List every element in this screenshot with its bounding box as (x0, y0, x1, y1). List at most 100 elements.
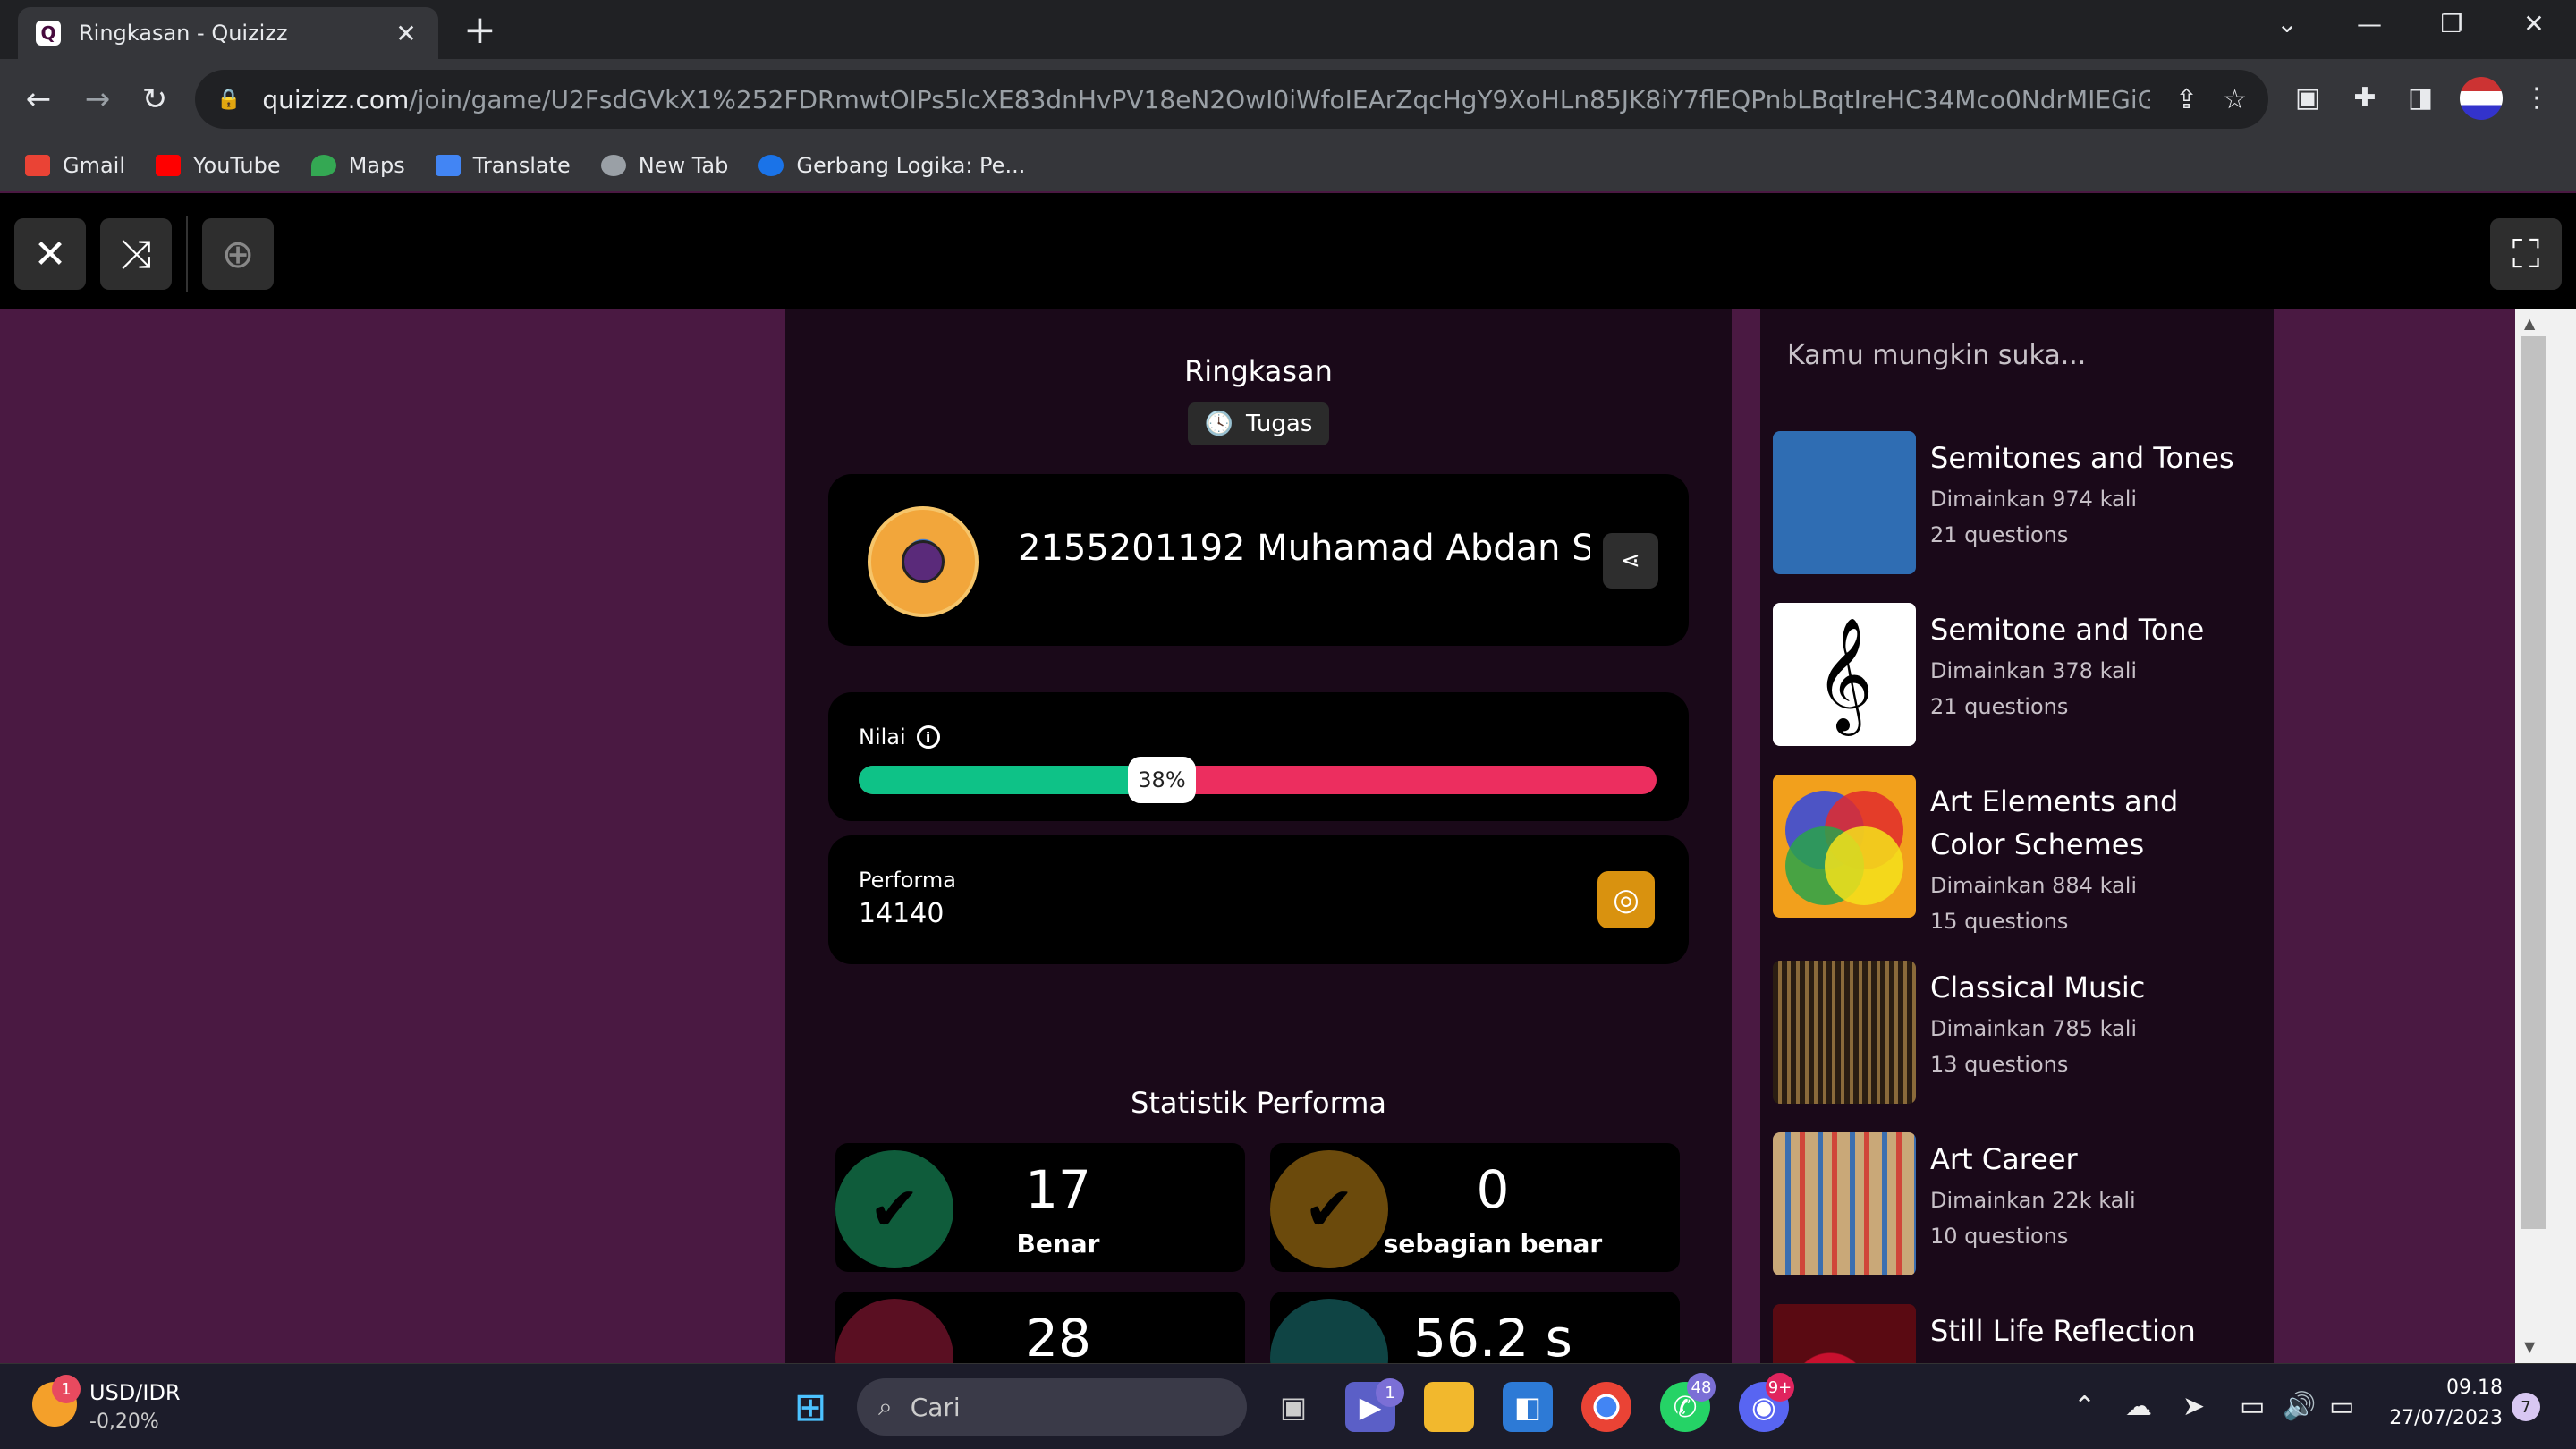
bookmark-star-icon[interactable]: ☆ (2223, 84, 2247, 115)
ticker-name[interactable]: USD/IDR (89, 1380, 181, 1405)
task-view-icon[interactable]: ▣ (1268, 1382, 1318, 1432)
forward-button[interactable]: → (75, 77, 120, 122)
performance-value: 14140 (859, 898, 945, 929)
music-notes-thumbnail: 𝄞 (1773, 603, 1916, 746)
color-wheel-thumbnail (1773, 775, 1916, 918)
fullscreen-button[interactable]: ⛶ (2490, 218, 2562, 290)
share-icon: ⋖ (1621, 547, 1640, 574)
info-icon[interactable]: i (916, 725, 940, 749)
tab-search-chevron-icon[interactable]: ⌄ (2265, 9, 2309, 38)
suggestion-item[interactable]: 𝄞 Semitone and Tone Dimainkan 378 kali 2… (1773, 603, 2265, 755)
url-path: /join/game/U2FsdGVkX1%252FDRmwtOIPs5lcXE… (409, 84, 2150, 114)
shuffle-mode-button[interactable]: ⤨ (100, 218, 172, 290)
clock-time[interactable]: 09.18 (2390, 1377, 2503, 1399)
battery-icon[interactable]: ▭ (2329, 1391, 2354, 1422)
scroll-down-arrow-icon[interactable]: ▼ (2524, 1338, 2535, 1355)
menu-kebab-icon[interactable]: ⋮ (2519, 82, 2555, 118)
close-window-button[interactable]: ✕ (2512, 9, 2556, 38)
player-avatar (868, 506, 979, 617)
search-placeholder: Cari (910, 1392, 961, 1422)
stat-partial: ✔ 0 sebagian benar (1270, 1143, 1680, 1272)
coins-icon: ◎ (1597, 871, 1655, 928)
browser-tabstrip: Q Ringkasan - Quizizz ✕ + ⌄ — ❐ ✕ (0, 0, 2576, 59)
page-title: Ringkasan (1184, 354, 1333, 388)
suggestion-questions: 15 questions (1930, 909, 2069, 934)
bookmark-translate[interactable]: Translate (435, 153, 571, 178)
minimize-button[interactable]: — (2347, 9, 2392, 38)
url-domain: quizizz.com (262, 84, 410, 114)
notification-count-badge[interactable]: 7 (2512, 1393, 2540, 1421)
share-button[interactable]: ⋖ (1603, 533, 1658, 589)
location-arrow-icon[interactable]: ➤ (2182, 1391, 2205, 1422)
scrollbar-thumb[interactable] (2521, 336, 2546, 1229)
bookmark-gerbang-logika[interactable]: Gerbang Logika: Pe... (758, 153, 1025, 178)
stat-value: 17 (1025, 1159, 1091, 1220)
suggestion-title: Semitone and Tone (1930, 613, 2205, 647)
teams-badge: 1 (1376, 1378, 1404, 1407)
file-explorer-icon[interactable] (1424, 1382, 1474, 1432)
bookmark-youtube[interactable]: YouTube (156, 153, 281, 178)
quiz-thumbnail (1773, 431, 1916, 574)
globe-icon (600, 154, 626, 176)
suggestion-item[interactable]: Still Life Reflection (1773, 1304, 2265, 1363)
stat-value: 28 (1025, 1308, 1091, 1368)
address-bar[interactable]: 🔒 quizizz.com/join/game/U2FsdGVkX1%252FD… (195, 70, 2268, 129)
network-icon[interactable]: ▭ (2240, 1391, 2265, 1422)
suggestion-item[interactable]: Art Career Dimainkan 22k kali 10 questio… (1773, 1132, 2265, 1284)
scroll-up-arrow-icon[interactable]: ▲ (2524, 315, 2535, 332)
lock-icon[interactable]: 🔒 (216, 89, 241, 111)
suggestion-plays: Dimainkan 22k kali (1930, 1188, 2136, 1213)
suggestion-item[interactable]: Art Elements and Color Schemes Dimainkan… (1773, 775, 2265, 962)
bookmark-new-tab[interactable]: New Tab (600, 153, 728, 178)
bookmark-gmail[interactable]: Gmail (25, 153, 125, 178)
suggestion-questions: 13 questions (1930, 1052, 2069, 1077)
onedrive-cloud-icon[interactable]: ☁ (2125, 1391, 2152, 1422)
windows-start-icon[interactable]: ⊞ (785, 1382, 835, 1432)
bookmark-label: YouTube (193, 152, 281, 178)
browser-toolbar: ← → ↻ 🔒 quizizz.com/join/game/U2FsdGVkX1… (0, 59, 2576, 140)
score-percent-label: 38% (1127, 757, 1196, 803)
extension-icon[interactable]: ▣ (2290, 82, 2326, 118)
suggestion-title: Art Elements and Color Schemes (1930, 784, 2179, 861)
score-label: Nilai (859, 724, 906, 750)
show-hidden-icons-chevron[interactable]: ⌃ (2073, 1391, 2096, 1422)
widget-badge: 1 (52, 1375, 80, 1403)
suggestion-title: Classical Music (1930, 970, 2146, 1004)
discord-badge: 9+ (1766, 1373, 1794, 1402)
score-card: Nilai i 38% (828, 692, 1689, 821)
volume-icon[interactable]: 🔊 (2283, 1391, 2316, 1422)
ticker-change: -0,20% (89, 1411, 159, 1433)
browser-tab[interactable]: Q Ringkasan - Quizizz ✕ (18, 7, 438, 59)
close-quiz-button[interactable]: ✕ (14, 218, 86, 290)
restore-button[interactable]: ❐ (2429, 9, 2474, 38)
chrome-icon[interactable] (1581, 1382, 1631, 1432)
suggestion-item[interactable]: Semitones and Tones Dimainkan 974 kali 2… (1773, 431, 2265, 583)
quizizz-favicon-icon: Q (36, 21, 61, 46)
bookmark-maps[interactable]: Maps (310, 153, 405, 178)
stat-value: 0 (1476, 1159, 1510, 1220)
score-label-row: Nilai i (859, 724, 940, 750)
clock-date[interactable]: 27/07/2023 (2386, 1407, 2503, 1429)
suggestion-item[interactable]: Classical Music Dimainkan 785 kali 13 qu… (1773, 961, 2265, 1113)
tab-close-icon[interactable]: ✕ (392, 19, 420, 48)
profile-avatar[interactable] (2460, 77, 2503, 120)
score-bar-fill (859, 766, 1162, 794)
microsoft-store-icon[interactable]: ◧ (1503, 1382, 1553, 1432)
zoom-in-button[interactable]: ⊕ (202, 218, 274, 290)
taskbar-search[interactable]: ⌕ Cari (857, 1378, 1247, 1436)
orchestra-thumbnail (1773, 961, 1916, 1104)
reload-button[interactable]: ↻ (132, 77, 177, 122)
extensions-puzzle-icon[interactable]: ✚ (2347, 82, 2383, 118)
suggestion-plays: Dimainkan 378 kali (1930, 658, 2138, 683)
stats-title: Statistik Performa (1131, 1086, 1386, 1120)
suggestion-plays: Dimainkan 785 kali (1930, 1016, 2138, 1041)
share-page-icon[interactable]: ⇪ (2175, 84, 2198, 115)
new-tab-button[interactable]: + (463, 11, 496, 50)
back-button[interactable]: ← (16, 77, 61, 122)
suggestions-title: Kamu mungkin suka... (1787, 340, 2087, 371)
suggestion-plays: Dimainkan 974 kali (1930, 487, 2138, 512)
side-panel-icon[interactable]: ◨ (2402, 82, 2438, 118)
youtube-icon (156, 154, 182, 176)
bookmark-label: Gerbang Logika: Pe... (796, 152, 1026, 178)
stat-correct: ✔ 17 Benar (835, 1143, 1245, 1272)
